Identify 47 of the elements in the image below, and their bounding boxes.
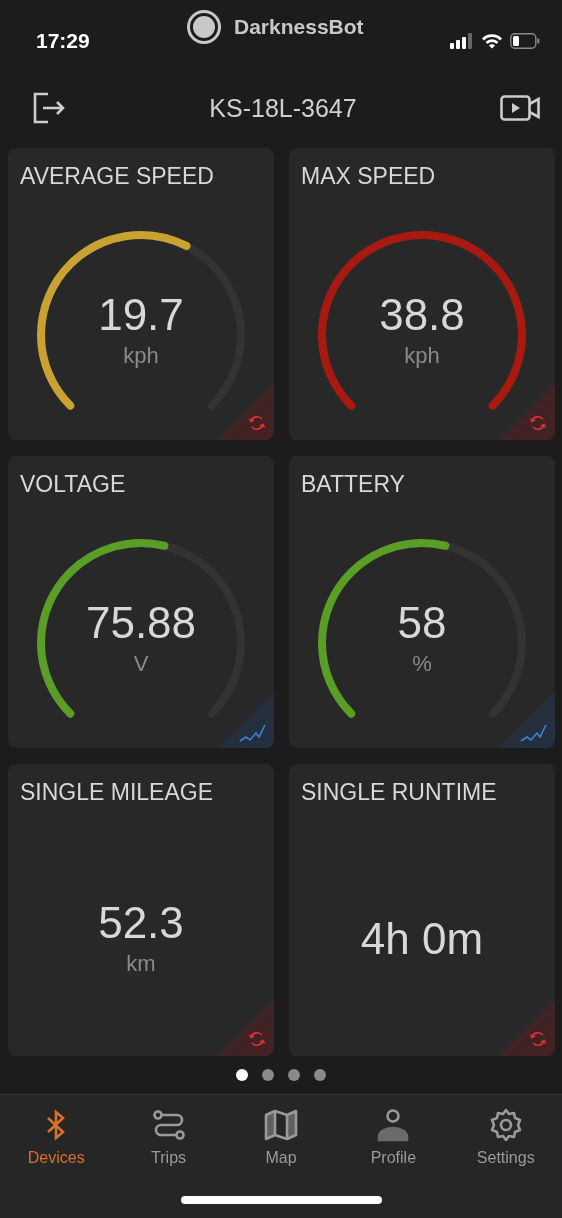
map-icon bbox=[262, 1107, 299, 1143]
card-title: AVERAGE SPEED bbox=[20, 163, 214, 190]
stat-card[interactable]: SINGLE MILEAGE 52.3 km bbox=[8, 764, 274, 1056]
tab[interactable]: Settings bbox=[455, 1107, 556, 1177]
page-dot[interactable] bbox=[236, 1069, 248, 1081]
route-icon bbox=[150, 1107, 187, 1143]
device-title: KS-18L-3647 bbox=[209, 93, 357, 123]
tab[interactable]: Trips bbox=[118, 1107, 219, 1177]
stat-card[interactable]: AVERAGE SPEED 19.7 kph bbox=[8, 148, 274, 440]
stat-unit: km bbox=[126, 951, 156, 977]
tab[interactable]: Profile bbox=[343, 1107, 444, 1177]
refresh-icon[interactable] bbox=[248, 414, 266, 432]
tab[interactable]: Devices bbox=[6, 1107, 107, 1177]
refresh-icon[interactable] bbox=[529, 414, 547, 432]
page-dot[interactable] bbox=[262, 1069, 274, 1081]
stat-value: 58 bbox=[397, 601, 447, 645]
card-title: MAX SPEED bbox=[301, 163, 436, 190]
stat-card[interactable]: BATTERY 58 % bbox=[289, 456, 555, 748]
stat-card[interactable]: SINGLE RUNTIME 4h 0m bbox=[289, 764, 555, 1056]
stat-value: 75.88 bbox=[85, 601, 197, 645]
stat-value: 4h 0m bbox=[360, 917, 484, 961]
stat-unit: V bbox=[133, 651, 149, 677]
card-title: VOLTAGE bbox=[20, 471, 126, 498]
card-title: BATTERY bbox=[301, 471, 405, 498]
battery-icon bbox=[510, 33, 540, 49]
page-dot[interactable] bbox=[314, 1069, 326, 1081]
card-title: SINGLE MILEAGE bbox=[20, 779, 213, 806]
signal-icon bbox=[450, 33, 474, 49]
stat-unit: % bbox=[412, 651, 432, 677]
clock-time: 17:29 bbox=[36, 29, 90, 53]
refresh-icon[interactable] bbox=[248, 1030, 266, 1048]
stat-card[interactable]: VOLTAGE 75.88 V bbox=[8, 456, 274, 748]
stat-value: 19.7 bbox=[98, 293, 184, 337]
card-title: SINGLE RUNTIME bbox=[301, 779, 497, 806]
stat-value: 38.8 bbox=[379, 293, 465, 337]
stat-unit: kph bbox=[404, 343, 440, 369]
wifi-icon bbox=[481, 33, 503, 49]
app-name[interactable]: DarknessBot bbox=[234, 15, 364, 39]
ring-icon bbox=[186, 9, 222, 45]
stat-card[interactable]: MAX SPEED 38.8 kph bbox=[289, 148, 555, 440]
page-dot[interactable] bbox=[288, 1069, 300, 1081]
video-camera-icon[interactable] bbox=[500, 95, 540, 121]
stat-value: 52.3 bbox=[98, 901, 184, 945]
stat-unit: kph bbox=[123, 343, 159, 369]
refresh-icon[interactable] bbox=[529, 1030, 547, 1048]
exit-icon[interactable] bbox=[32, 92, 66, 124]
tab[interactable]: Map bbox=[230, 1107, 331, 1177]
